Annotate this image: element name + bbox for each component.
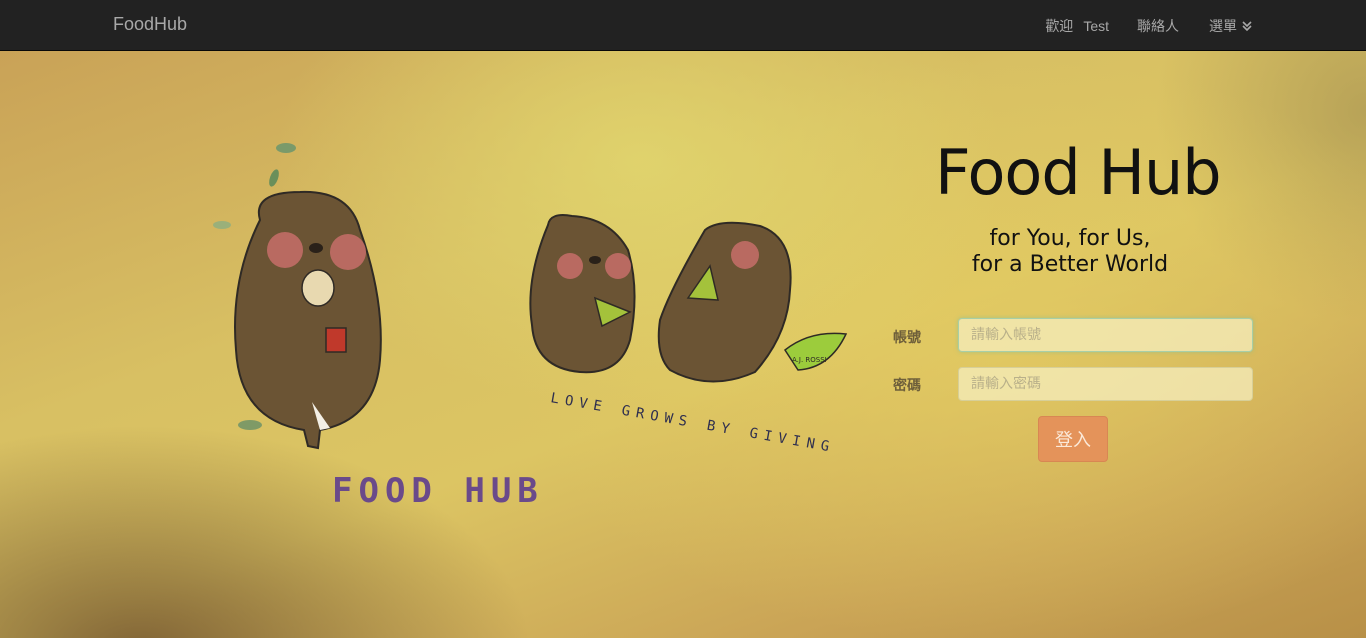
- leaf-signature: A.J. ROSSI: [792, 356, 827, 364]
- top-navbar: FoodHub 歡迎 Test 聯絡人 選單: [0, 0, 1366, 51]
- username-link[interactable]: Test: [1083, 18, 1109, 34]
- nav-menu-dropdown[interactable]: 選單: [1209, 16, 1253, 36]
- navbar-right: 歡迎 Test 聯絡人 選單: [1045, 16, 1253, 36]
- brand-link[interactable]: FoodHub: [113, 14, 187, 35]
- nav-contacts-link[interactable]: 聯絡人: [1137, 16, 1179, 36]
- welcome-prefix: 歡迎: [1045, 18, 1074, 34]
- sitting-bears-drawing: A.J. ROSSI: [529, 214, 848, 383]
- double-chevron-down-icon: [1242, 21, 1252, 32]
- slogan-text: LOVE GROWS BY GIVING: [549, 390, 836, 456]
- page-title: Food Hub: [935, 136, 1222, 209]
- password-input[interactable]: [958, 367, 1253, 401]
- tagline-line2: for a Better World: [971, 252, 1169, 277]
- password-label: 密碼: [893, 377, 921, 393]
- account-label: 帳號: [893, 329, 921, 345]
- tagline-line1: for You, for Us,: [989, 226, 1151, 251]
- account-input[interactable]: [958, 318, 1253, 352]
- standing-bear-drawing: [234, 190, 382, 450]
- nav-menu-label: 選單: [1209, 18, 1237, 34]
- welcome-text: 歡迎 Test: [1045, 16, 1109, 36]
- food-hub-logo-text: FOOD HUB: [332, 471, 544, 511]
- login-button[interactable]: 登入: [1038, 416, 1108, 462]
- tagline: for You, for Us, for a Better World: [930, 226, 1210, 278]
- foodhub-illustration: A.J. ROSSI LOVE GROWS BY GIVING FOOD HUB: [213, 143, 848, 511]
